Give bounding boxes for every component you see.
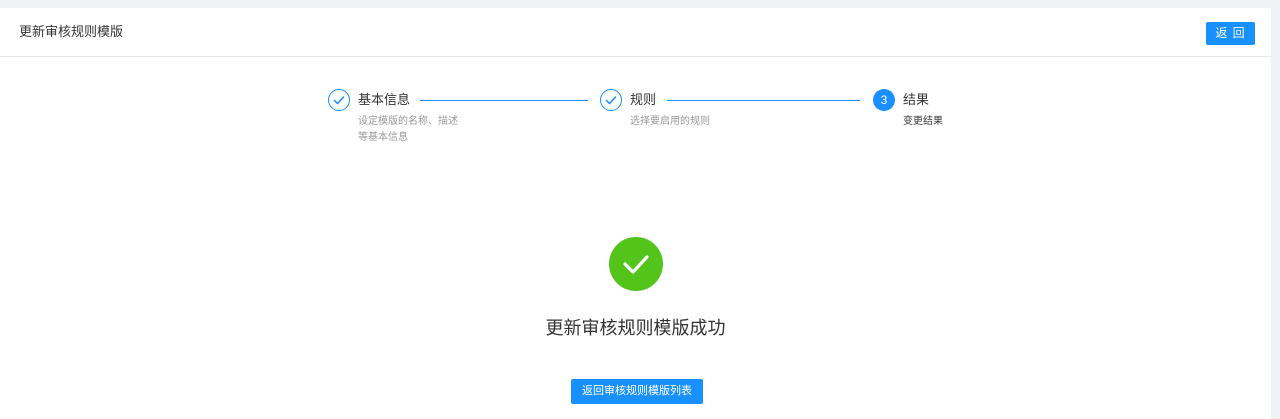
content-panel: 更新审核规则模版 返 回 基本信息 设定模版的名称、描述 等基本信息 规则 选择… xyxy=(0,8,1271,419)
check-icon xyxy=(605,95,617,105)
back-to-list-button[interactable]: 返回审核规则模版列表 xyxy=(571,379,703,404)
steps: 基本信息 设定模版的名称、描述 等基本信息 规则 选择要启用的规则 3 结果 变… xyxy=(0,8,1271,168)
step-3-number: 3 xyxy=(880,93,888,107)
step-1-title: 基本信息 xyxy=(358,92,411,107)
result-title: 更新审核规则模版成功 xyxy=(545,318,726,338)
step-1-description-line-2: 等基本信息 xyxy=(358,132,408,143)
step-2-check-icon xyxy=(600,89,622,111)
step-3-title: 结果 xyxy=(903,92,930,107)
step-3-number-icon: 3 xyxy=(873,89,895,111)
success-icon xyxy=(609,237,663,291)
step-2-title: 规则 xyxy=(630,92,657,107)
step-1-check-icon xyxy=(328,89,350,111)
step-1-connector xyxy=(420,100,588,101)
step-1-description-line-1: 设定模版的名称、描述 xyxy=(358,116,458,127)
step-2-connector xyxy=(667,100,860,101)
check-icon xyxy=(333,95,345,105)
checkmark-icon xyxy=(623,255,649,274)
step-3-description-line-1: 变更结果 xyxy=(903,116,943,127)
step-2-description-line-1: 选择要启用的规则 xyxy=(630,116,710,127)
